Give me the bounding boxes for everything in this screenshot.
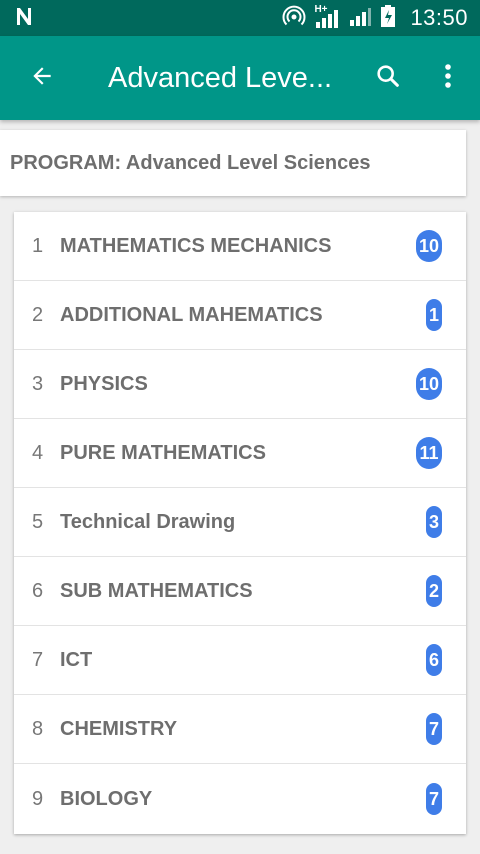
status-time: 13:50 xyxy=(410,5,468,30)
count-badge: 7 xyxy=(426,783,442,815)
list-item[interactable]: 6 SUB MATHEMATICS 2 xyxy=(14,557,466,626)
subject-name: BIOLOGY xyxy=(60,787,153,810)
program-label: PROGRAM: Advanced Level Sciences xyxy=(10,151,371,174)
subject-name: MATHEMATICS MECHANICS xyxy=(60,234,332,257)
count-badge: 7 xyxy=(426,713,442,745)
search-button[interactable] xyxy=(370,60,406,96)
subject-name: ADDITIONAL MAHEMATICS xyxy=(60,303,323,326)
subject-name: PURE MATHEMATICS xyxy=(60,441,266,464)
n-app-icon xyxy=(14,5,36,32)
more-vert-icon xyxy=(444,63,452,94)
count-badge: 1 xyxy=(426,299,442,331)
arrow-back-icon xyxy=(29,63,55,94)
item-number: 5 xyxy=(32,510,44,533)
status-bar: H+ 13:50 xyxy=(0,0,480,36)
item-number: 8 xyxy=(32,717,44,740)
count-badge: 10 xyxy=(416,368,442,400)
search-icon xyxy=(374,62,402,95)
item-number: 7 xyxy=(32,648,44,671)
subject-list: 1 MATHEMATICS MECHANICS 10 2 ADDITIONAL … xyxy=(14,212,466,834)
list-item[interactable]: 2 ADDITIONAL MAHEMATICS 1 xyxy=(14,281,466,350)
list-item[interactable]: 1 MATHEMATICS MECHANICS 10 xyxy=(14,212,466,281)
program-card: PROGRAM: Advanced Level Sciences xyxy=(0,130,466,196)
signal-icon: H+ xyxy=(314,4,340,30)
more-options-button[interactable] xyxy=(430,60,466,96)
subject-name: SUB MATHEMATICS xyxy=(60,579,253,602)
item-number: 1 xyxy=(32,234,44,257)
subject-name: Technical Drawing xyxy=(60,510,236,533)
count-badge: 6 xyxy=(426,644,442,676)
subject-name: PHYSICS xyxy=(60,372,148,395)
count-badge: 11 xyxy=(416,437,442,469)
list-item[interactable]: 9 BIOLOGY 7 xyxy=(14,764,466,834)
item-number: 6 xyxy=(32,579,44,602)
count-badge: 10 xyxy=(416,230,442,262)
hotspot-icon xyxy=(282,4,306,33)
list-item[interactable]: 7 ICT 6 xyxy=(14,626,466,695)
list-item[interactable]: 4 PURE MATHEMATICS 11 xyxy=(14,419,466,488)
page-title: Advanced Leve... xyxy=(108,61,333,94)
signal-icon-2 xyxy=(348,4,372,33)
list-item[interactable]: 3 PHYSICS 10 xyxy=(14,350,466,419)
subject-name: CHEMISTRY xyxy=(60,717,178,740)
count-badge: 3 xyxy=(426,506,442,538)
count-badge: 2 xyxy=(426,575,442,607)
battery-icon xyxy=(380,4,396,33)
back-button[interactable] xyxy=(24,60,60,96)
item-number: 3 xyxy=(32,372,44,395)
list-item[interactable]: 5 Technical Drawing 3 xyxy=(14,488,466,557)
subject-name: ICT xyxy=(60,648,93,671)
item-number: 2 xyxy=(32,303,44,326)
item-number: 9 xyxy=(32,787,44,810)
item-number: 4 xyxy=(32,441,44,464)
list-item[interactable]: 8 CHEMISTRY 7 xyxy=(14,695,466,764)
app-toolbar: Advanced Leve... xyxy=(0,36,480,120)
